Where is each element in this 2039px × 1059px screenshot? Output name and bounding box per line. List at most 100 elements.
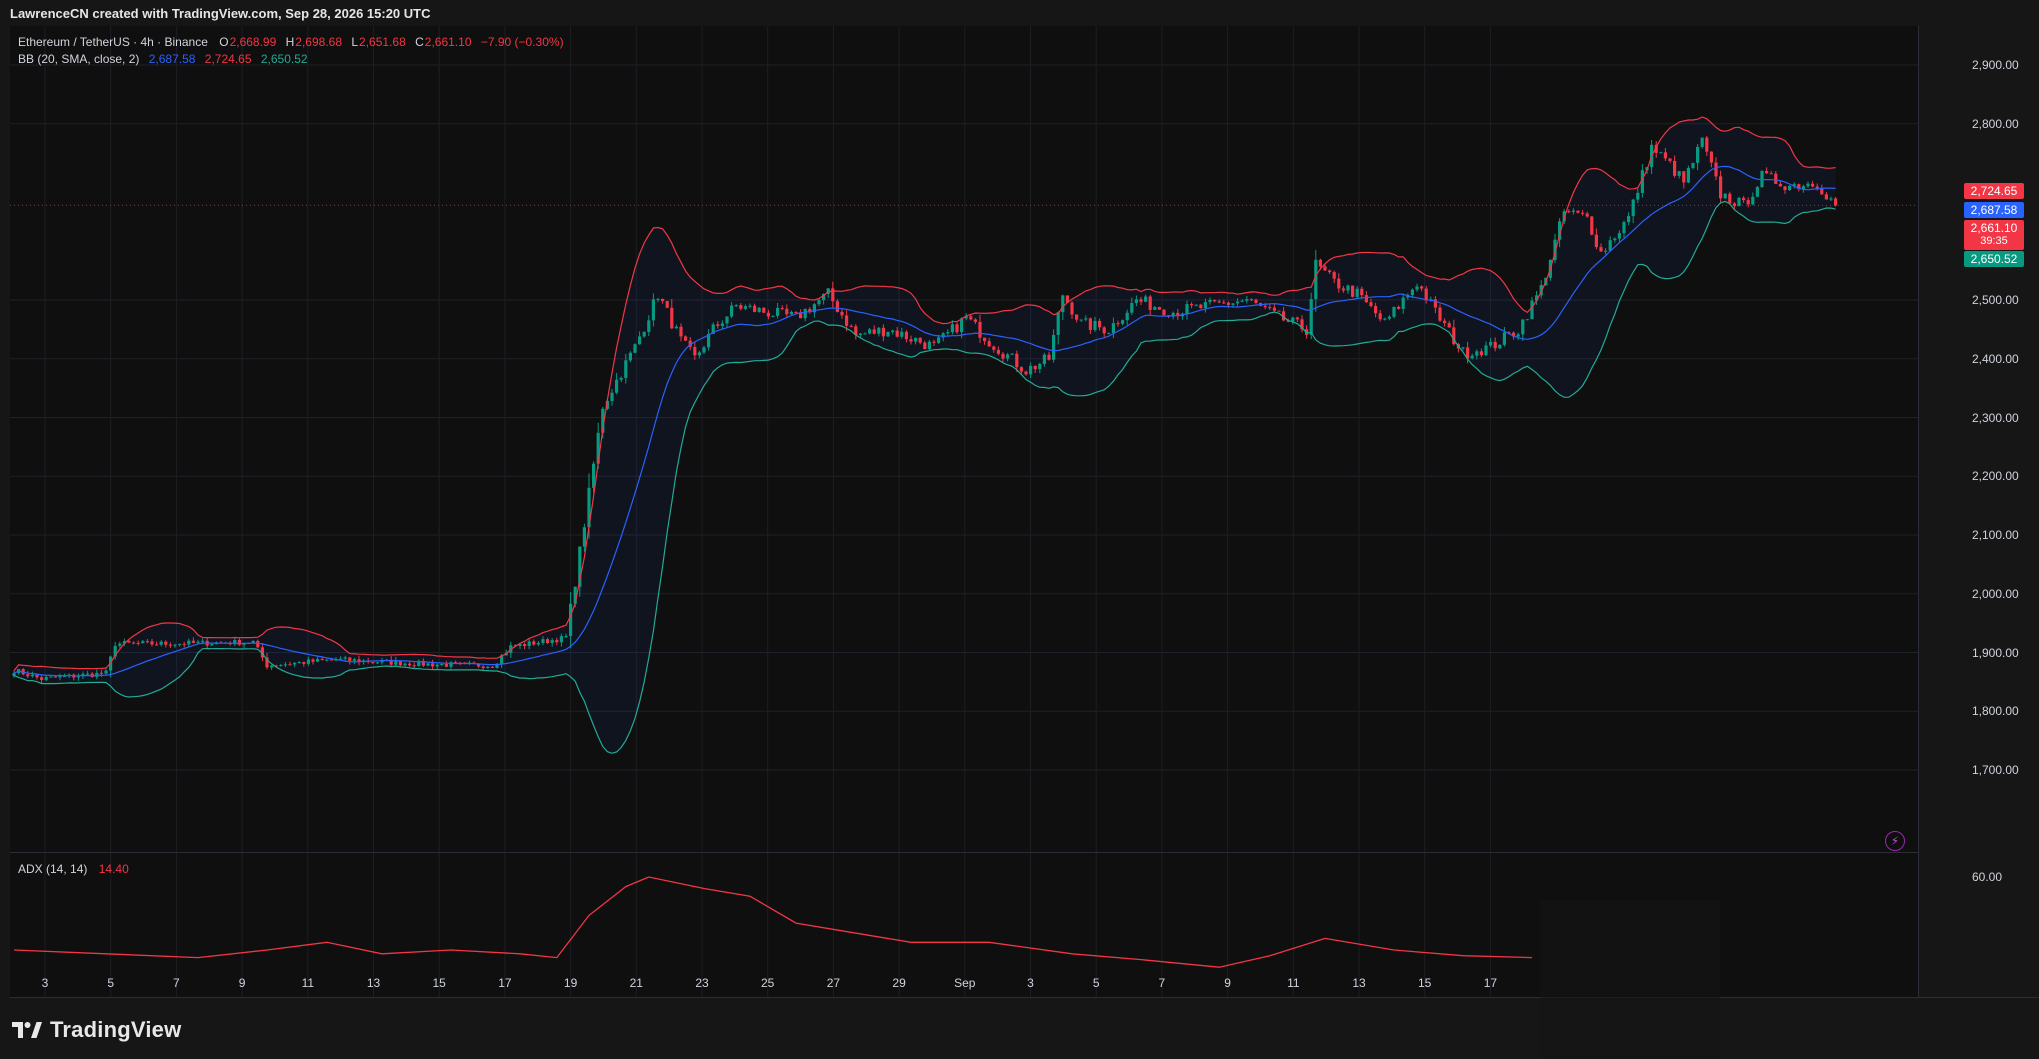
chart-canvas[interactable]: [0, 0, 2039, 1059]
candle-body: [1829, 198, 1833, 200]
candle: [762, 307, 766, 314]
candle-body: [720, 323, 724, 326]
adx-label[interactable]: ADX (14, 14): [18, 862, 87, 876]
candle-body: [306, 659, 310, 664]
candle: [1351, 285, 1355, 298]
candle-body: [1162, 309, 1166, 316]
upper-band-price-tag: 2,724.65: [1964, 183, 2024, 199]
bollinger-label[interactable]: BB (20, SMA, close, 2): [18, 52, 139, 66]
candle-body: [426, 663, 430, 666]
time-axis-label: 11: [301, 976, 315, 990]
candle-body: [914, 337, 918, 342]
candle-body: [1709, 151, 1713, 163]
candle-body: [1502, 332, 1506, 345]
candle-body: [1052, 334, 1056, 360]
candle-body: [58, 676, 62, 678]
candle-body: [440, 663, 444, 665]
candle-body: [293, 662, 297, 665]
time-axis-label: 21: [629, 976, 643, 990]
bollinger-lower-value: 2,650.52: [260, 52, 308, 66]
candle-body: [1530, 300, 1534, 320]
candle-body: [946, 332, 950, 334]
tradingview-logo[interactable]: TradingView: [12, 1017, 181, 1043]
candle-body: [283, 664, 287, 666]
candle-body: [1148, 296, 1152, 310]
candle-body: [757, 307, 761, 312]
candle-body: [1355, 288, 1359, 297]
candle-body: [371, 662, 375, 664]
candle-body: [288, 664, 292, 666]
price-axis-label: 2,500.00: [1972, 293, 2019, 307]
candle-body: [881, 327, 885, 337]
candle-body: [900, 331, 904, 337]
candle-body: [1493, 341, 1497, 349]
candle-body: [923, 342, 927, 349]
adx-axis-label: 60.00: [1972, 870, 2003, 884]
time-axis-label: 17: [1483, 976, 1498, 990]
candle-body: [1093, 320, 1097, 330]
candle-body: [1125, 312, 1129, 321]
candle-body: [1056, 312, 1060, 335]
candle-body: [1153, 306, 1157, 310]
candle: [1392, 306, 1396, 319]
time-axis-label: Sep: [954, 976, 976, 990]
candle-body: [1383, 318, 1387, 320]
time-axis-label: 5: [107, 976, 115, 990]
bollinger-upper-value: 2,724.65: [204, 52, 252, 66]
time-axis-label: 23: [695, 976, 709, 990]
candle-body: [638, 336, 642, 345]
candle-body: [1102, 327, 1106, 334]
candle-body: [1521, 319, 1525, 335]
candle-body: [1010, 353, 1014, 355]
adx-value: 14.40: [98, 862, 129, 876]
adx-obscured-region: [1540, 900, 1720, 1059]
candle-body: [1337, 278, 1341, 289]
candle-body: [431, 663, 435, 667]
candle-body: [40, 677, 44, 680]
candle-body: [1079, 319, 1083, 321]
candle-body: [145, 641, 149, 643]
time-axis-label: 7: [173, 976, 180, 990]
candle-body: [1364, 295, 1368, 303]
candle-body: [877, 327, 881, 334]
candle-body: [619, 377, 623, 380]
candle-body: [348, 657, 352, 661]
price-axis-label: 2,900.00: [1972, 58, 2019, 72]
candle-body: [1295, 317, 1299, 320]
candle-body: [1484, 345, 1488, 356]
ohlc-low: L2,651.68: [351, 35, 406, 49]
candle-body: [159, 641, 163, 645]
candle-body: [1240, 300, 1244, 302]
candle-body: [904, 331, 908, 340]
time-axis-label: 15: [1418, 976, 1432, 990]
candle-body: [1217, 301, 1221, 303]
candle-body: [569, 603, 573, 637]
candle-body: [1617, 233, 1621, 239]
candle-body: [394, 660, 398, 665]
candle-body: [210, 644, 214, 646]
candle-body: [858, 333, 862, 335]
candle-body: [642, 331, 646, 337]
lightning-icon[interactable]: ⚡: [1885, 831, 1905, 851]
candle-body: [44, 677, 48, 680]
candle-body: [1820, 188, 1824, 195]
candle-body: [1341, 288, 1345, 291]
candle-body: [679, 326, 683, 337]
candle-body: [1130, 303, 1134, 313]
bollinger-legend: BB (20, SMA, close, 2) 2,687.58 2,724.65…: [18, 52, 308, 66]
candle-body: [541, 639, 545, 643]
candle-body: [403, 663, 407, 666]
candle-body: [628, 352, 632, 361]
candle-body: [849, 325, 853, 327]
ohlc-close: C2,661.10: [415, 35, 472, 49]
candle-body: [1479, 351, 1483, 356]
candle-body: [1203, 302, 1207, 309]
candle-body: [408, 663, 412, 666]
candle-body: [546, 639, 550, 643]
candle-body: [1627, 216, 1631, 223]
candle-body: [1190, 304, 1194, 306]
price-axis-label: 1,700.00: [1972, 763, 2019, 777]
candle-body: [1277, 310, 1281, 312]
symbol-title[interactable]: Ethereum / TetherUS · 4h · Binance: [18, 35, 208, 49]
candle-body: [973, 319, 977, 322]
